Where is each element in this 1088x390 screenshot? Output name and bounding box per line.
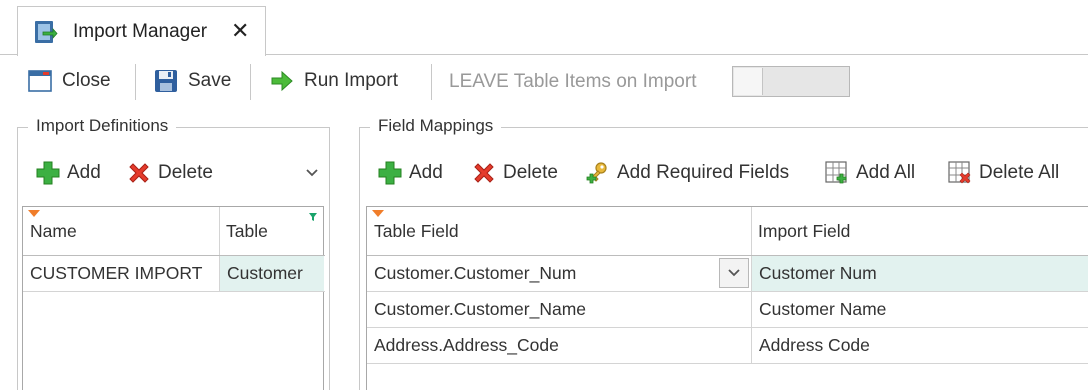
import-field-value: Address Code [759, 335, 870, 355]
table-field-cell: Address.Address_Code [374, 335, 559, 355]
tab-import-manager[interactable]: Import Manager ✕ [17, 6, 266, 56]
grid-delete-icon [948, 161, 971, 184]
import-definitions-group: Import Definitions Add Delete Name Table… [17, 116, 330, 390]
key-plus-icon [586, 162, 607, 184]
delete-definition-label: Delete [158, 162, 213, 183]
close-button-label: Close [62, 70, 111, 91]
column-header-table-field[interactable]: Table Field [367, 207, 751, 255]
plus-icon [378, 161, 402, 185]
import-field-value: Customer Num [759, 263, 877, 283]
window-close-icon [28, 70, 52, 92]
table-row[interactable]: Customer.Customer_Name [367, 292, 751, 327]
table-field-cell: Customer.Customer_Num [374, 263, 577, 283]
column-header-table-label: Table [226, 220, 268, 241]
plus-icon [36, 161, 60, 185]
add-required-fields-button[interactable]: Add Required Fields [586, 158, 789, 188]
column-header-import-field[interactable]: Import Field [751, 207, 1088, 255]
row-divider [367, 363, 1088, 364]
import-field-value: Customer Name [759, 299, 887, 319]
toolbar-divider [250, 64, 251, 100]
chevron-down-icon [728, 269, 740, 277]
add-all-label: Add All [856, 162, 916, 183]
tab-strip: Import Manager ✕ [0, 0, 1088, 56]
close-tab-icon[interactable]: ✕ [231, 18, 249, 44]
add-mapping-label: Add [409, 162, 443, 183]
column-header-table-field-label: Table Field [374, 220, 459, 241]
import-field-cell[interactable]: Address Code [752, 328, 1088, 363]
import-definitions-grid: Name Table CUSTOMER IMPORT Customer [22, 206, 325, 390]
toggle-thumb[interactable] [734, 68, 763, 95]
delete-definition-button[interactable]: Delete [127, 158, 213, 188]
chevron-down-icon[interactable] [305, 168, 319, 178]
add-definition-button[interactable]: Add [36, 158, 101, 188]
column-header-import-field-label: Import Field [758, 220, 851, 241]
add-definition-label: Add [67, 162, 101, 183]
delete-all-label: Delete All [979, 162, 1060, 183]
grid-add-icon [825, 161, 847, 184]
import-manager-icon [35, 21, 58, 43]
arrow-right-icon [271, 70, 293, 92]
definition-table-value: Customer [227, 263, 303, 283]
definition-name-cell: CUSTOMER IMPORT [30, 263, 203, 283]
leave-table-items-toggle[interactable] [732, 66, 850, 97]
delete-all-button[interactable]: Delete All [948, 158, 1059, 188]
filter-icon[interactable] [308, 212, 318, 222]
column-header-name-label: Name [30, 220, 77, 241]
row-divider [23, 291, 325, 292]
delete-x-icon [129, 163, 149, 183]
close-button[interactable]: Close [27, 64, 111, 98]
tab-title: Import Manager [73, 21, 208, 42]
run-import-button[interactable]: Run Import [269, 64, 398, 98]
table-field-dropdown-button[interactable] [719, 258, 749, 288]
table-field-cell: Customer.Customer_Name [374, 299, 587, 319]
table-row[interactable]: Address.Address_Code [367, 328, 751, 363]
import-field-cell[interactable]: Customer Num [752, 256, 1088, 291]
save-button-label: Save [188, 70, 232, 91]
toolbar-divider [135, 64, 136, 100]
main-toolbar: Close Save Run Import LEAVE Table Items … [0, 56, 1088, 106]
table-row[interactable]: Customer.Customer_Num [367, 256, 717, 291]
delete-mapping-button[interactable]: Delete [472, 158, 558, 188]
toolbar-divider [431, 64, 432, 100]
import-definitions-title: Import Definitions [28, 116, 177, 136]
add-required-fields-label: Add Required Fields [617, 162, 790, 183]
delete-x-icon [474, 163, 494, 183]
add-all-button[interactable]: Add All [825, 158, 915, 188]
save-button[interactable]: Save [153, 64, 231, 98]
add-mapping-button[interactable]: Add [378, 158, 443, 188]
leave-table-items-label: LEAVE Table Items on Import [449, 71, 697, 92]
column-header-name[interactable]: Name [23, 207, 219, 255]
delete-mapping-label: Delete [503, 162, 558, 183]
run-import-button-label: Run Import [304, 70, 398, 91]
field-mappings-group: Field Mappings Add Delete Add Required F… [359, 116, 1088, 390]
definition-table-cell[interactable]: Customer [220, 256, 324, 291]
table-row[interactable]: CUSTOMER IMPORT [23, 256, 219, 291]
field-mappings-grid: Table Field Import Field Customer.Custom… [366, 206, 1088, 390]
import-field-cell[interactable]: Customer Name [752, 292, 1088, 327]
save-icon [155, 70, 177, 92]
field-mappings-title: Field Mappings [370, 116, 502, 136]
